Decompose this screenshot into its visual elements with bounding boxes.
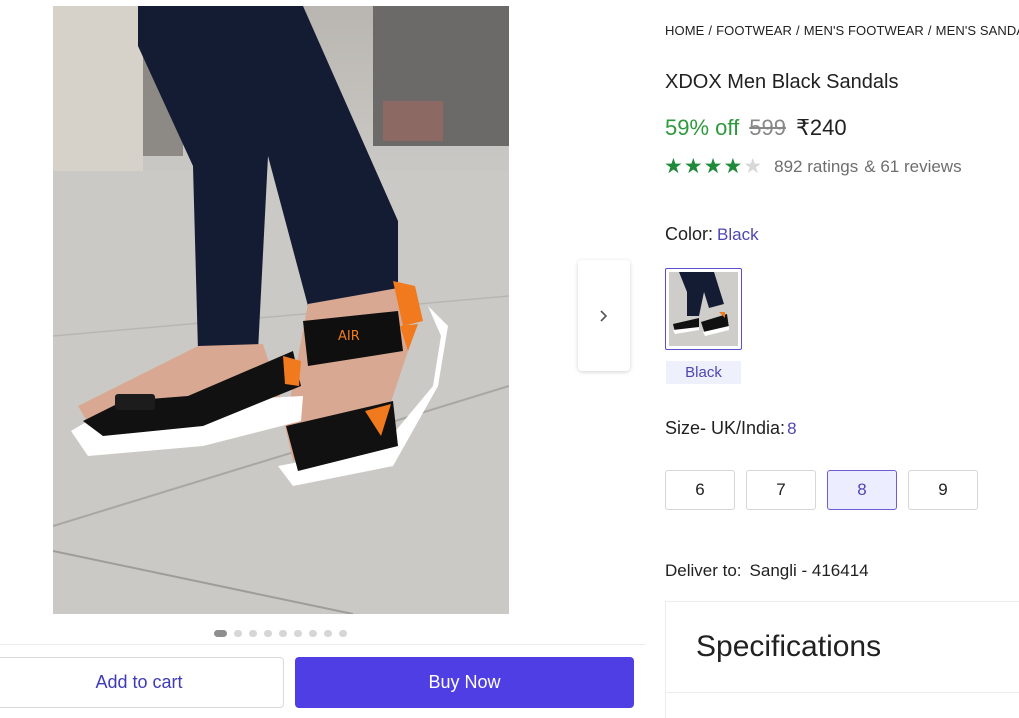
breadcrumb-mens-sandals[interactable]: MEN'S SANDALS <box>936 23 1019 38</box>
carousel-dot[interactable] <box>234 629 242 637</box>
deliver-label: Deliver to: <box>665 561 742 580</box>
star-icon: ★ <box>683 155 703 178</box>
carousel-dot[interactable] <box>324 629 332 637</box>
specifications-title: Specifications <box>696 630 882 663</box>
add-to-cart-button[interactable]: Add to cart <box>0 657 284 708</box>
carousel-dot[interactable] <box>249 629 257 637</box>
delivery-info[interactable]: Deliver to: Sangli - 416414 <box>665 561 869 581</box>
rating-stars: ★ ★ ★ ★ ★ <box>664 156 762 177</box>
action-bar: Add to cart Buy Now <box>0 644 645 718</box>
product-image[interactable]: AIR <box>53 6 509 614</box>
breadcrumb-separator: / <box>708 23 713 38</box>
rating-row[interactable]: ★ ★ ★ ★ ★ 892 ratings & 61 reviews <box>664 156 962 177</box>
buy-now-button[interactable]: Buy Now <box>295 657 634 708</box>
breadcrumb-separator: / <box>796 23 800 38</box>
ratings-count: 892 ratings <box>774 156 859 176</box>
star-icon: ★ <box>664 155 683 178</box>
color-swatch[interactable] <box>665 268 742 350</box>
price-row: 59% off 599 ₹240 <box>665 115 847 141</box>
delivery-location: Sangli - 416414 <box>749 561 869 580</box>
swatch-label[interactable]: Black <box>666 361 741 384</box>
size-label: Size- UK/India: 8 <box>665 418 797 439</box>
carousel-dot[interactable] <box>214 629 227 637</box>
breadcrumb-footwear[interactable]: FOOTWEAR <box>716 23 792 38</box>
size-option-6[interactable]: 6 <box>665 470 735 510</box>
swatch-thumbnail <box>669 272 738 346</box>
reviews-count: & 61 reviews <box>864 156 962 176</box>
discount-percent: 59% off <box>665 115 740 140</box>
carousel-dot[interactable] <box>294 629 302 637</box>
selected-size: 8 <box>787 419 797 438</box>
color-label-text: Color: <box>665 224 714 244</box>
sandals-photo: AIR <box>53 6 509 614</box>
divider <box>666 692 1019 693</box>
size-option-9[interactable]: 9 <box>908 470 978 510</box>
next-image-button[interactable] <box>578 260 630 371</box>
product-title: XDOX Men Black Sandals <box>665 71 899 93</box>
selected-color: Black <box>717 225 759 244</box>
carousel-dot[interactable] <box>339 629 347 637</box>
breadcrumb-mens-footwear[interactable]: MEN'S FOOTWEAR <box>804 23 924 38</box>
breadcrumb-home[interactable]: HOME <box>665 23 704 38</box>
selling-price: ₹240 <box>795 115 847 140</box>
svg-text:AIR: AIR <box>338 329 360 344</box>
carousel-dots <box>214 629 347 637</box>
original-price: 599 <box>749 115 786 140</box>
carousel-dot[interactable] <box>279 629 287 637</box>
star-icon: ★ <box>703 155 723 178</box>
breadcrumb: HOME/FOOTWEAR/MEN'S FOOTWEAR/MEN'S SANDA… <box>665 23 1019 38</box>
carousel-dot[interactable] <box>309 629 317 637</box>
rating-summary: 892 ratings & 61 reviews <box>774 157 961 177</box>
size-label-text: Size- UK/India: <box>665 418 786 438</box>
star-icon: ★ <box>743 155 763 178</box>
size-options: 6 7 8 9 <box>665 470 978 510</box>
size-option-8[interactable]: 8 <box>827 470 897 510</box>
carousel-dot[interactable] <box>264 629 272 637</box>
size-option-7[interactable]: 7 <box>746 470 816 510</box>
color-label: Color: Black <box>665 224 759 245</box>
breadcrumb-separator: / <box>927 23 932 38</box>
chevron-right-icon <box>600 309 608 322</box>
star-icon: ★ <box>723 155 743 178</box>
specifications-section: Specifications <box>665 601 1019 718</box>
